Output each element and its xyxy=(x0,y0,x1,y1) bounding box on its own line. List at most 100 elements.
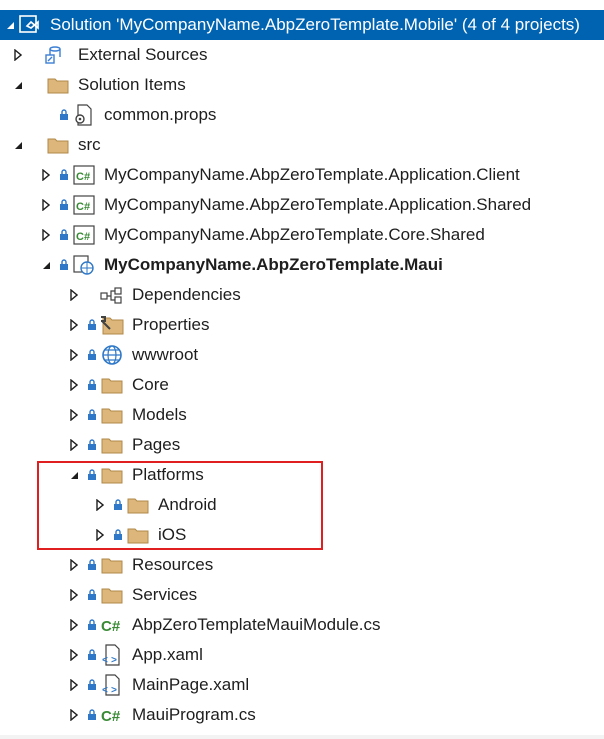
tree-item-project-core-shared[interactable]: C# MyCompanyName.AbpZeroTemplate.Core.Sh… xyxy=(0,220,604,250)
folder-icon xyxy=(100,370,124,400)
tree-item-label: MainPage.xaml xyxy=(132,675,250,694)
tree-item-common-props[interactable]: common.props xyxy=(0,100,604,130)
tree-item-label: Pages xyxy=(132,435,181,454)
csharp-file-icon: C# xyxy=(100,610,124,640)
lock-icon xyxy=(86,610,98,640)
collapsed-arrow-icon[interactable] xyxy=(68,700,80,730)
tree-item-label: MyCompanyName.AbpZeroTemplate.Core.Share… xyxy=(104,225,485,244)
lock-icon xyxy=(86,310,98,340)
solution-icon xyxy=(18,10,42,40)
expanded-arrow-icon[interactable] xyxy=(12,130,24,160)
svg-text:>: > xyxy=(111,656,117,666)
lock-icon xyxy=(86,640,98,670)
collapsed-arrow-icon[interactable] xyxy=(68,400,80,430)
tree-item-label: Properties xyxy=(132,315,210,334)
collapsed-arrow-icon[interactable] xyxy=(68,340,80,370)
lock-icon xyxy=(86,460,98,490)
tree-item-label: wwwroot xyxy=(132,345,199,364)
collapsed-arrow-icon[interactable] xyxy=(68,550,80,580)
tree-item-label: Resources xyxy=(132,555,214,574)
folder-icon xyxy=(100,580,124,610)
tree-item-dependencies[interactable]: Dependencies xyxy=(0,280,604,310)
tree-item-label: MauiProgram.cs xyxy=(132,705,256,724)
tree-item-app-xaml[interactable]: < > App.xaml xyxy=(0,640,604,670)
collapsed-arrow-icon[interactable] xyxy=(68,430,80,460)
tree-item-label: Solution 'MyCompanyName.AbpZeroTemplate.… xyxy=(50,15,580,34)
tree-item-project-application-shared[interactable]: C# MyCompanyName.AbpZeroTemplate.Applica… xyxy=(0,190,604,220)
collapsed-arrow-icon[interactable] xyxy=(40,160,52,190)
tree-item-ios[interactable]: iOS xyxy=(0,520,604,550)
csharp-project-icon: C# xyxy=(72,190,96,220)
collapsed-arrow-icon[interactable] xyxy=(68,670,80,700)
expanded-arrow-icon[interactable] xyxy=(12,70,24,100)
dependencies-icon xyxy=(100,280,124,310)
svg-text:>: > xyxy=(111,686,117,696)
expanded-arrow-icon[interactable] xyxy=(40,250,52,280)
csharp-file-icon: C# xyxy=(100,700,124,730)
tree-item-label: Platforms xyxy=(132,465,204,484)
tree-item-mainpage-xaml[interactable]: < > MainPage.xaml xyxy=(0,670,604,700)
tree-item-label: AbpZeroTemplateMauiModule.cs xyxy=(132,615,381,634)
lock-icon xyxy=(86,550,98,580)
svg-text:C#: C# xyxy=(76,231,90,243)
folder-icon xyxy=(100,460,124,490)
collapsed-arrow-icon[interactable] xyxy=(68,280,80,310)
tree-item-label: MyCompanyName.AbpZeroTemplate.Applicatio… xyxy=(104,195,532,214)
csharp-project-icon: C# xyxy=(72,160,96,190)
tree-item-services[interactable]: Services xyxy=(0,580,604,610)
globe-icon xyxy=(100,340,124,370)
tree-item-label: common.props xyxy=(104,105,217,124)
tree-item-wwwroot[interactable]: wwwroot xyxy=(0,340,604,370)
tree-item-project-application-client[interactable]: C# MyCompanyName.AbpZeroTemplate.Applica… xyxy=(0,160,604,190)
tree-item-label: Core xyxy=(132,375,169,394)
properties-folder-icon xyxy=(100,310,124,340)
collapsed-arrow-icon[interactable] xyxy=(68,310,80,340)
xaml-file-icon: < > xyxy=(100,670,124,700)
horizontal-scrollbar[interactable] xyxy=(0,735,604,739)
tree-item-platforms[interactable]: Platforms xyxy=(0,460,604,490)
lock-icon xyxy=(86,700,98,730)
lock-icon xyxy=(58,160,70,190)
props-file-icon xyxy=(72,100,96,130)
tree-item-label: Solution Items xyxy=(78,75,186,94)
collapsed-arrow-icon[interactable] xyxy=(12,40,24,70)
collapsed-arrow-icon[interactable] xyxy=(68,580,80,610)
tree-item-maui-module-cs[interactable]: C# AbpZeroTemplateMauiModule.cs xyxy=(0,610,604,640)
lock-icon xyxy=(58,250,70,280)
lock-icon xyxy=(58,190,70,220)
svg-text:<: < xyxy=(102,656,108,666)
lock-icon xyxy=(86,340,98,370)
collapsed-arrow-icon[interactable] xyxy=(94,520,106,550)
xaml-file-icon: < > xyxy=(100,640,124,670)
tree-item-resources[interactable]: Resources xyxy=(0,550,604,580)
tree-item-solution[interactable]: Solution 'MyCompanyName.AbpZeroTemplate.… xyxy=(0,10,604,40)
tree-item-label: App.xaml xyxy=(132,645,203,664)
tree-item-models[interactable]: Models xyxy=(0,400,604,430)
tree-item-core[interactable]: Core xyxy=(0,370,604,400)
lock-icon xyxy=(86,580,98,610)
lock-icon xyxy=(86,400,98,430)
tree-item-solution-items[interactable]: Solution Items xyxy=(0,70,604,100)
folder-icon xyxy=(100,400,124,430)
lock-icon xyxy=(58,220,70,250)
collapsed-arrow-icon[interactable] xyxy=(40,220,52,250)
expanded-arrow-icon[interactable] xyxy=(68,460,80,490)
lock-icon xyxy=(112,520,124,550)
folder-icon xyxy=(100,550,124,580)
expanded-arrow-icon[interactable] xyxy=(4,10,16,40)
tree-item-src[interactable]: src xyxy=(0,130,604,160)
collapsed-arrow-icon[interactable] xyxy=(40,190,52,220)
tree-item-properties[interactable]: Properties xyxy=(0,310,604,340)
tree-item-pages[interactable]: Pages xyxy=(0,430,604,460)
collapsed-arrow-icon[interactable] xyxy=(68,370,80,400)
collapsed-arrow-icon[interactable] xyxy=(94,490,106,520)
tree-item-android[interactable]: Android xyxy=(0,490,604,520)
lock-icon xyxy=(86,370,98,400)
tree-item-external-sources[interactable]: External Sources xyxy=(0,40,604,70)
tree-item-label: External Sources xyxy=(78,45,208,64)
tree-item-mauiprogram-cs[interactable]: C# MauiProgram.cs xyxy=(0,700,604,730)
collapsed-arrow-icon[interactable] xyxy=(68,640,80,670)
tree-item-project-maui[interactable]: MyCompanyName.AbpZeroTemplate.Maui xyxy=(0,250,604,280)
collapsed-arrow-icon[interactable] xyxy=(68,610,80,640)
svg-text:C#: C# xyxy=(101,618,121,635)
